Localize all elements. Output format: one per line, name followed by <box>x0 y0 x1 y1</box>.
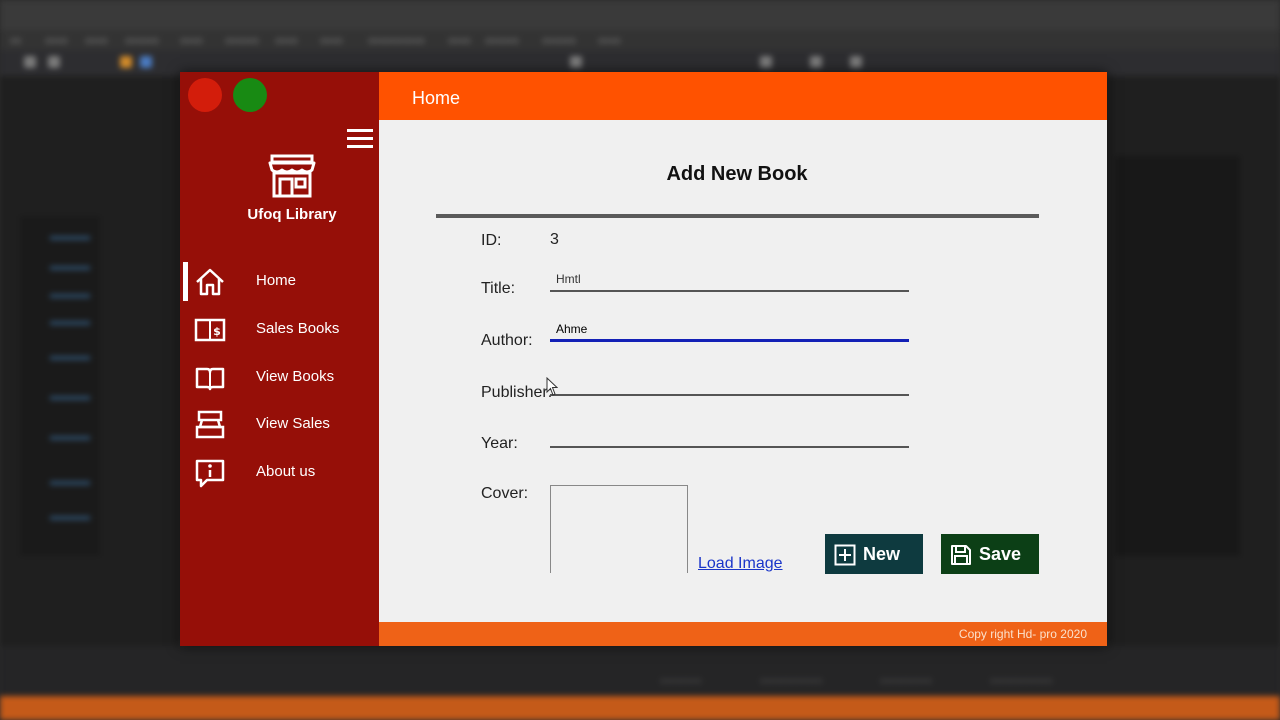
sidebar-item-label: View Books <box>256 368 335 385</box>
form-title: Add New Book <box>666 163 808 185</box>
year-label: Year: <box>481 435 518 452</box>
sidebar-item-label: About us <box>256 463 316 480</box>
money-book-icon: $ <box>194 318 226 342</box>
info-bubble-icon <box>195 459 225 488</box>
mouse-pointer-icon <box>546 377 558 396</box>
sidebar-item-sales-books[interactable]: $ Sales Books <box>180 310 379 350</box>
svg-text:$: $ <box>213 325 221 338</box>
sidebar-item-about-us[interactable]: About us <box>180 453 379 493</box>
sidebar-item-label: Home <box>256 272 297 289</box>
title-field[interactable] <box>550 268 909 292</box>
cover-label: Cover: <box>481 485 529 502</box>
maximize-window-button[interactable] <box>233 78 267 112</box>
library-name: Ufoq Library <box>247 206 337 223</box>
hamburger-menu-icon[interactable] <box>347 127 375 153</box>
page-title: Home <box>412 88 461 108</box>
add-square-icon <box>834 544 856 566</box>
footer-bar: Copy right Hd- pro 2020 <box>379 622 1107 646</box>
publisher-field[interactable] <box>550 372 909 396</box>
cover-image-box[interactable] <box>550 485 688 573</box>
sidebar-item-view-books[interactable]: View Books <box>180 358 379 398</box>
form-divider <box>436 214 1039 218</box>
save-button[interactable]: Save <box>941 534 1039 574</box>
ide-status-bar <box>0 696 1280 720</box>
copyright-text: Copy right Hd- pro 2020 <box>958 627 1087 641</box>
sidebar-item-label: Sales Books <box>256 320 340 337</box>
register-icon <box>195 410 225 439</box>
sidebar: Ufoq Library Home $ Sales Books View Boo… <box>180 72 379 646</box>
add-book-form: Add New Book ID: 3 Title: Author: Publis… <box>379 120 1107 622</box>
load-image-link[interactable]: Load Image <box>698 555 783 573</box>
save-button-label: Save <box>979 544 1022 564</box>
author-field[interactable] <box>550 318 909 342</box>
author-label: Author: <box>481 332 533 349</box>
ide-editor-pane <box>0 76 180 646</box>
open-book-icon <box>195 367 225 391</box>
ide-side-pane <box>1107 76 1280 646</box>
header-bar: Home <box>379 72 1107 120</box>
new-button[interactable]: New <box>825 534 923 574</box>
ide-menu-bar: ▭ ▭▭ ▭▭ ▭▭▭ ▭▭ ▭▭▭ ▭▭ ▭▭ ▭▭▭▭▭ ▭▭ ▭▭▭ ▭▭▭ ▭▭ <box>0 30 1280 50</box>
floppy-disk-icon <box>951 545 971 565</box>
title-label: Title: <box>481 280 516 297</box>
ide-title-bar <box>0 0 1280 30</box>
sidebar-item-label: View Sales <box>256 415 330 432</box>
publisher-label: Publisher: <box>481 384 553 401</box>
close-window-button[interactable] <box>188 78 222 112</box>
year-field[interactable] <box>550 424 909 448</box>
new-button-label: New <box>863 544 901 564</box>
app-window: Ufoq Library Home $ Sales Books View Boo… <box>180 72 1107 646</box>
id-value: 3 <box>550 231 559 248</box>
sidebar-item-home[interactable]: Home <box>180 262 379 302</box>
id-label: ID: <box>481 232 502 249</box>
ide-output-pane: ▭▭▭▭ ▭▭▭▭▭▭ ▭▭▭▭▭ ▭▭▭▭▭▭ <box>0 646 1280 696</box>
sidebar-item-view-sales[interactable]: View Sales <box>180 405 379 445</box>
home-icon <box>196 268 224 296</box>
store-icon <box>268 154 316 198</box>
